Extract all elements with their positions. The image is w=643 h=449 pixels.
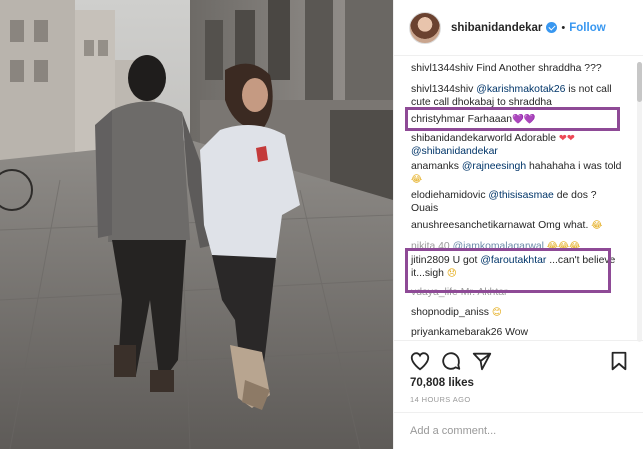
avatar[interactable] <box>409 11 441 44</box>
comment-emoji-icon: 😊 <box>491 307 502 318</box>
comment: anushreesanchetikarnawat Omg what. 😂 <box>411 219 623 232</box>
comment: elodiehamidovic @thisisasmae de dos ? Ou… <box>411 189 623 215</box>
comment: priyankamebarak26 Wow <box>411 326 623 339</box>
share-arrow-icon[interactable] <box>471 350 493 372</box>
highlight-box-christyhmar <box>405 107 620 131</box>
comment-username[interactable]: shivl1344shiv <box>411 63 473 74</box>
comment-username[interactable]: priyankamebarak26 <box>411 327 502 338</box>
post-actions: 70,808 likes 14 HOURS AGO <box>394 340 643 412</box>
post-photo[interactable] <box>0 0 393 449</box>
comment-emoji-icon: ❤❤ <box>558 133 575 144</box>
comments-scrollbar[interactable] <box>637 62 642 342</box>
comment: shivl1344shiv Find Another shraddha ??? <box>411 62 623 75</box>
comment-input[interactable] <box>410 422 630 440</box>
comment: shopnodip_aniss 😊 <box>411 306 623 319</box>
heart-outline-icon[interactable] <box>409 350 431 372</box>
comment-emoji-icon: 😂 <box>591 220 603 231</box>
comment-mention-link[interactable]: @karishmakotak26 <box>476 84 565 95</box>
likes-count[interactable]: 70,808 likes <box>410 377 474 389</box>
comment-username[interactable]: elodiehamidovic <box>411 190 486 201</box>
highlight-box-jitin2809 <box>405 248 611 293</box>
post-side-panel: shibanidandekar • Follow shivl1344shiv F… <box>393 0 643 449</box>
comment-emoji-icon: 😂 <box>411 174 423 185</box>
comment-username[interactable]: anamanks <box>411 161 459 172</box>
bookmark-icon[interactable] <box>608 350 630 372</box>
scrollbar-thumb[interactable] <box>637 62 642 102</box>
comment-username[interactable]: shibanidandekarworld <box>411 133 512 144</box>
verified-badge-icon <box>546 22 558 33</box>
comment: shivl1344shiv @karishmakotak26 is not ca… <box>411 83 623 109</box>
add-comment-bar <box>394 412 643 449</box>
comment-text: Find Another shraddha ??? <box>476 63 602 74</box>
street-photo <box>0 0 393 449</box>
comment-text: Adorable <box>514 133 559 144</box>
comment-username[interactable]: anushreesanchetikarnawat <box>411 220 535 231</box>
comments-list[interactable]: shivl1344shiv Find Another shraddha ??? … <box>394 57 643 340</box>
comment-username[interactable]: shivl1344shiv <box>411 84 473 95</box>
comment-text: hahahaha i was told <box>526 161 622 172</box>
comment: shibanidandekarworld Adorable ❤❤ @shiban… <box>411 132 623 158</box>
comment-mention-link[interactable]: @rajneesingh <box>462 161 526 172</box>
post-header: shibanidandekar • Follow <box>394 0 643 56</box>
follow-button[interactable]: Follow <box>569 22 605 34</box>
post-username[interactable]: shibanidandekar <box>451 22 542 34</box>
comment-mention-link[interactable]: @thisisasmae <box>488 190 553 201</box>
speech-bubble-icon[interactable] <box>440 350 462 372</box>
comment-text: Omg what. <box>538 220 592 231</box>
post-timestamp[interactable]: 14 HOURS AGO <box>410 395 471 404</box>
separator-dot: • <box>561 21 566 34</box>
comment-mention-link[interactable]: @shibanidandekar <box>411 146 498 157</box>
comment-text: Wow <box>505 327 529 338</box>
comment: anamanks @rajneesingh hahahaha i was tol… <box>411 160 623 186</box>
comment-username[interactable]: shopnodip_aniss <box>411 307 489 318</box>
